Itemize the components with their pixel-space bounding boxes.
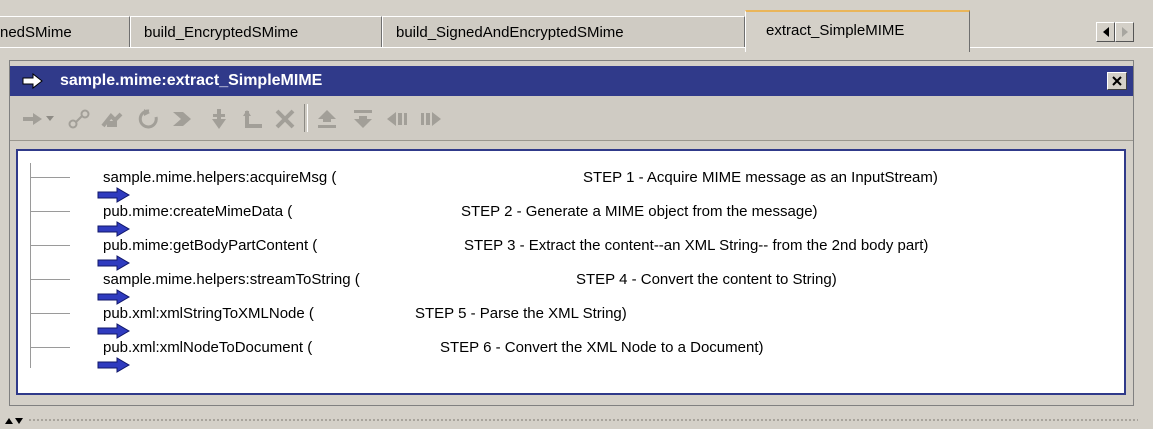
tab-label: build_SignedAndEncryptedSMime [396,24,624,41]
indent-left-button[interactable] [384,106,410,132]
toolbar-separator [304,104,308,132]
loop-icon [101,112,123,128]
loop-button[interactable] [100,106,126,132]
exit-button[interactable] [206,106,232,132]
resize-arrows-icon[interactable] [4,412,24,429]
repeat-button[interactable] [136,106,162,132]
move-up-icon [318,110,336,128]
tree-connector-line [30,163,31,368]
flow-arrow-icon [22,73,44,89]
sequence-button[interactable] [170,106,196,132]
tab-label: nedSMime [0,24,72,41]
flow-toolbar [10,96,1133,141]
delete-button[interactable] [272,106,298,132]
step-label: pub.mime:getBodyPartContent ( [103,237,318,254]
insert-arrow-icon [23,113,42,125]
close-icon [1112,76,1122,86]
map-button[interactable] [240,106,266,132]
insert-dropdown-button[interactable] [42,106,58,132]
tab-strip-baseline [0,47,1153,48]
move-down-icon [354,110,372,128]
sequence-icon [173,112,191,126]
indent-right-button[interactable] [418,106,444,132]
step-comment: STEP 2 - Generate a MIME object from the… [461,203,818,220]
map-icon [243,110,262,128]
panel-title-bar: sample.mime:extract_SimpleMIME [10,66,1133,96]
step-label: pub.mime:createMimeData ( [103,203,293,220]
flow-editor-panel: sample.mime:extract_SimpleMIME sample.mi… [9,60,1134,406]
splitter-grip[interactable] [28,418,1138,423]
branch-button[interactable] [66,106,92,132]
dropdown-chevron-icon [46,116,54,121]
triangle-left-icon [1102,27,1109,37]
flow-steps-tree: sample.mime.helpers:acquireMsg ( STEP 1 … [16,149,1126,395]
triangle-right-icon [1121,27,1128,37]
tab-build-signed-and-encrypted-smime[interactable]: build_SignedAndEncryptedSMime [382,16,745,48]
step-label: sample.mime.helpers:acquireMsg ( [103,169,337,186]
panel-title: sample.mime:extract_SimpleMIME [60,72,323,89]
step-label: pub.xml:xmlNodeToDocument ( [103,339,313,356]
move-up-button[interactable] [314,106,340,132]
panel-splitter-bar [0,406,1153,424]
tab-signed-smime[interactable]: nedSMime [0,16,130,48]
indent-left-icon [387,112,407,126]
tab-extract-simple-mime[interactable]: extract_SimpleMIME [745,10,970,52]
step-label: pub.xml:xmlStringToXMLNode ( [103,305,314,322]
tab-scroll-right-button[interactable] [1115,22,1134,42]
delete-icon [275,109,295,129]
close-button[interactable] [1107,72,1127,90]
move-down-button[interactable] [350,106,376,132]
tab-scroll-left-button[interactable] [1096,22,1115,42]
indent-right-icon [421,112,441,126]
editor-tab-strip: nedSMime build_EncryptedSMime build_Sign… [0,0,1153,52]
exit-icon [212,109,226,129]
repeat-icon [138,109,158,129]
step-comment: STEP 4 - Convert the content to String) [576,271,837,288]
step-comment: STEP 6 - Convert the XML Node to a Docum… [440,339,764,356]
tab-label: extract_SimpleMIME [766,22,905,39]
tab-label: build_EncryptedSMime [144,24,299,41]
tab-build-encrypted-smime[interactable]: build_EncryptedSMime [130,16,382,48]
step-comment: STEP 5 - Parse the XML String) [415,305,627,322]
step-comment: STEP 3 - Extract the content--an XML Str… [464,237,929,254]
step-comment: STEP 1 - Acquire MIME message as an Inpu… [583,169,938,186]
branch-icon [68,109,90,129]
step-label: sample.mime.helpers:streamToString ( [103,271,360,288]
